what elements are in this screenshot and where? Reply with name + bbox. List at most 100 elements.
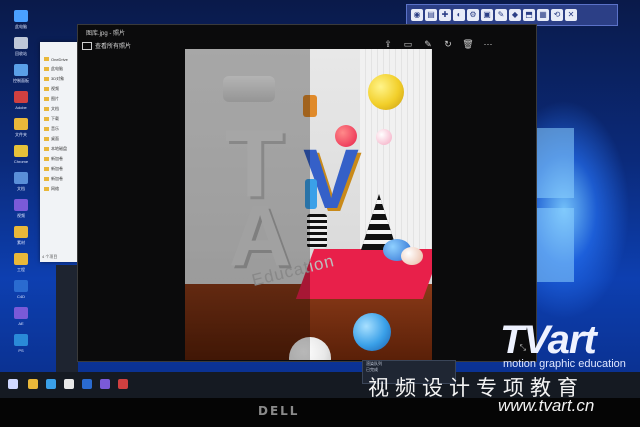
desktop-icon[interactable]: Adobe [4,91,38,119]
floating-toolbar[interactable]: ◉ ▤ ✚ ◐ ⚙ ▣ ✎ ◆ ⬒ ▦ ⟲ ✕ [406,4,618,26]
taskbar-app-icon[interactable] [100,379,110,389]
start-icon[interactable] [8,379,18,389]
taskbar-app-icon[interactable] [64,379,74,389]
toolbar-icon[interactable]: ▣ [481,9,493,21]
windows-logo-pane [532,128,574,198]
desktop-icon-glyph [14,118,28,130]
desktop-icon-label: 此电脑 [15,24,27,29]
taskbar-app-icon[interactable] [82,379,92,389]
explorer-nav-label: 网络 [51,186,59,191]
desktop-icon-glyph [14,10,28,22]
toolbar-icon[interactable]: ▦ [537,9,549,21]
toolbar-icon[interactable]: ⬒ [523,9,535,21]
explorer-nav-label: 本地磁盘 [51,146,67,151]
toolbar-icon[interactable]: ◐ [453,9,465,21]
toolbar-icon[interactable]: ◆ [509,9,521,21]
desktop-icon-glyph [14,253,28,265]
folder-icon [44,107,49,111]
taskbar-app-icon[interactable] [118,379,128,389]
desktop-icon-glyph [14,199,28,211]
desktop-icon[interactable]: C4D [4,280,38,308]
desktop-icon[interactable]: 回收站 [4,37,38,65]
photo-ball-yellow [368,74,404,110]
desktop-icon[interactable]: 素材 [4,226,38,254]
desktop-icon-label: C4D [16,294,25,299]
watermark-url: www.tvart.cn [498,396,595,415]
desktop-icon[interactable]: 控制面板 [4,64,38,92]
desktop-icon-glyph [14,145,28,157]
desktop-icon-glyph [14,37,28,49]
photo-figure [307,214,327,248]
desktop-icon-glyph [14,64,28,76]
explorer-nav-label: 新加卷 [51,176,63,181]
see-all-photos-button[interactable]: 查看所有照片 [82,41,131,50]
toolbar-icon[interactable]: ▤ [425,9,437,21]
more-icon[interactable]: ⋯ [478,37,498,51]
taskbar-app-icon[interactable] [46,379,56,389]
desktop-icon-glyph [14,307,28,319]
folder-icon [44,117,49,121]
folder-icon [44,167,49,171]
explorer-nav-label: 新加卷 [51,166,63,171]
desktop-icon[interactable]: 工程 [4,253,38,281]
toolbar-icon[interactable]: ⟲ [551,9,563,21]
delete-icon[interactable]: 🗑 [458,37,478,51]
explorer-status: 4 个项目 [42,254,58,259]
monitor-brand: DELL [258,404,300,418]
folder-icon [44,177,49,181]
desktop-icon-glyph [14,334,28,346]
toolbar-icon[interactable]: ✚ [439,9,451,21]
side-panel [56,265,78,385]
folder-icon [44,147,49,151]
explorer-nav-label: 3D对象 [51,76,65,81]
toolbar-icon[interactable]: ✎ [495,9,507,21]
desktop-icon[interactable]: 视频 [4,199,38,227]
desktop-icon-column: 此电脑回收站控制面板 Adobe 文件夹 Chrome 文档视频素材工程 C4D AE PS [0,10,40,370]
photo-ball-pastel [401,247,423,265]
explorer-nav-label: 视频 [51,86,59,91]
desktop-icon[interactable]: PS [4,334,38,362]
desktop-icon[interactable]: 此电脑 [4,10,38,38]
folder-icon [44,77,49,81]
desktop-icon[interactable]: 文档 [4,172,38,200]
gallery-icon [82,41,92,50]
explorer-nav-label: 桌面 [51,136,59,141]
desktop-icon-label: 视频 [17,213,25,218]
watermark-logo: TVart [500,318,597,362]
desktop-icon-label: 文件夹 [15,132,27,137]
watermark-subtitle: motion graphic education [503,358,626,370]
explorer-nav-label: 音乐 [51,126,59,131]
photos-app-window[interactable]: 图库.jpg - 照片 查看所有照片 ⇪ ▭ ✎ ↻ 🗑 ⋯ T V A Edu… [77,24,537,362]
folder-icon [44,187,49,191]
desktop-icon-glyph [14,280,28,292]
folder-icon [44,57,49,61]
rotate-icon[interactable]: ↻ [438,37,458,51]
windows-logo-pane [532,208,574,282]
photo-ball-pink [376,129,392,145]
toolbar-icon[interactable]: ⚙ [467,9,479,21]
folder-icon [44,127,49,131]
desktop-icon[interactable]: 文件夹 [4,118,38,146]
photo-ball-red [335,125,357,147]
photo-ball-blue [353,313,391,351]
explorer-nav-label: 下载 [51,116,59,121]
desktop-icon-label: AE [18,321,24,326]
desktop-icon-glyph [14,172,28,184]
desktop-icon-glyph [14,91,28,103]
desktop-icon[interactable]: Chrome [4,145,38,173]
folder-icon [44,97,49,101]
toolbar-icon[interactable]: ✕ [565,9,577,21]
toolbar-icon[interactable]: ◉ [411,9,423,21]
explorer-nav-label: 文档 [51,106,59,111]
explorer-nav-label: OneDrive [51,56,68,62]
desktop-icon-label: PS [18,348,24,353]
taskbar-app-icon[interactable] [28,379,38,389]
desktop-icon[interactable]: AE [4,307,38,335]
folder-icon [44,157,49,161]
photo-shadow [185,49,310,360]
desktop-icon-label: 控制面板 [13,78,29,83]
desktop-icon-label: 回收站 [15,51,27,56]
explorer-nav-label: 图片 [51,96,59,101]
desktop-icon-label: 工程 [17,267,25,272]
explorer-nav-label: 新加卷 [51,156,63,161]
